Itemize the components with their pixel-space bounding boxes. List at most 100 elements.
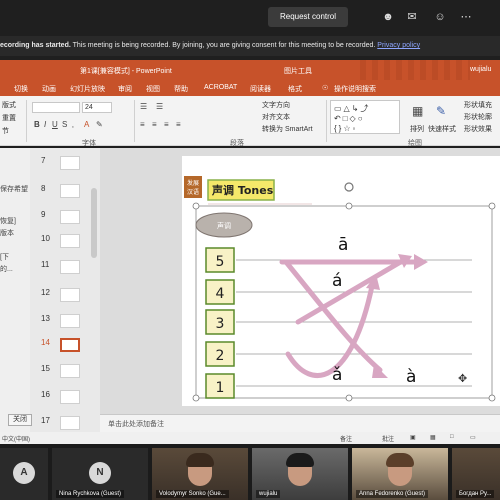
tab-review[interactable]: 审阅 [118,84,132,94]
shapes-row-icon: {}☆◦ [334,124,358,133]
align-text-button[interactable]: 对齐文本 [262,112,290,122]
tab-help[interactable]: 帮助 [174,84,188,94]
align-center-icon[interactable]: ≡ [152,120,157,129]
participant-tile[interactable]: Anna Fedorenko (Guest) [352,448,448,500]
participant-tile[interactable]: Volodymyr Sonko (Gue... [152,448,248,500]
font-name-combobox[interactable] [32,102,80,113]
ribbon-separator [134,100,135,142]
slide-thumbnail[interactable] [60,184,80,198]
tab-slideshow[interactable]: 幻灯片放映 [70,84,105,94]
participant-tile[interactable]: N Nina Rychkova (Guest) [52,448,148,500]
more-options-icon[interactable]: ⋯ [458,9,474,25]
slide-thumbnail[interactable] [60,314,80,328]
tab-acrobat[interactable]: ACROBAT [204,84,237,91]
resize-handle[interactable] [345,202,353,210]
arrange-icon[interactable]: ▦ [412,104,423,118]
chat-icon[interactable]: ✉ [404,9,420,25]
align-left-icon[interactable]: ≡ [140,120,145,129]
bullets-icon[interactable]: ☰ [140,102,147,111]
numbering-icon[interactable]: ☰ [156,102,163,111]
ribbon-separator [26,100,27,142]
slide-canvas[interactable]: 发展 汉语 声调 Tones 声调 5 4 3 2 1 ā á ǎ à ✥ [182,156,500,406]
request-control-button[interactable]: Request control [268,7,348,27]
resize-handle[interactable] [488,202,496,210]
shadow-icon[interactable]: S [62,120,67,129]
status-bar: 中文(中国) 备注 批注 ▣ ▦ □ ▭ [0,432,500,444]
tab-animations[interactable]: 动画 [42,84,56,94]
slide-thumbnail[interactable] [60,210,80,224]
resize-handle[interactable] [345,394,353,402]
third-tone-arrow [285,283,375,378]
font-size-combobox[interactable]: 24 [82,102,112,113]
drawing-group-label: 绘图 [408,140,422,147]
ppt-user-name[interactable]: wujialu [470,66,491,73]
participant-name: Anna Fedorenko (Guest) [356,490,429,498]
convert-smartart-button[interactable]: 转换为 SmartArt [262,124,313,134]
slide-thumbnail[interactable] [60,234,80,248]
strikethrough-icon[interactable]: ‚ [72,120,74,129]
slide-thumbnail[interactable] [60,260,80,274]
tell-me-search[interactable]: 操作说明搜索 [334,84,376,94]
layout-button[interactable]: 版式 [2,100,16,110]
italic-icon[interactable]: I [44,120,46,129]
picture-tools-label: 图片工具 [284,68,312,75]
comments-status-button[interactable]: 批注 [382,434,394,443]
reactions-icon[interactable]: ☺ [432,9,448,25]
slide-thumbnail-selected[interactable] [60,338,80,352]
participant-tile[interactable]: Богдан Ру... [452,448,500,500]
level-boxes: 5 4 3 2 1 [205,247,235,399]
sorter-view-icon[interactable]: ▦ [430,434,436,441]
quick-styles-icon[interactable]: ✎ [436,104,446,118]
notes-status-button[interactable]: 备注 [340,434,352,443]
resize-handle[interactable] [192,202,200,210]
slide-thumbnail[interactable] [60,416,80,430]
align-right-icon[interactable]: ≡ [164,120,169,129]
shapes-row-icon: ↶□◇○ [334,114,365,123]
tab-reader[interactable]: 阅读器 [250,84,271,94]
section-button[interactable]: 节 [2,126,9,136]
participant-tile[interactable]: A [0,448,48,500]
arrange-button[interactable]: 排列 [410,124,424,134]
quick-styles-button[interactable]: 快速样式 [428,124,456,134]
rotate-handle-icon[interactable] [344,182,354,192]
shape-effects-button[interactable]: 形状效果 [464,124,492,134]
teams-top-bar: Request control ☻ ✉ ☺ ⋯ [0,0,500,36]
tone-arrows [279,257,417,378]
slide-number: 10 [41,234,50,243]
close-button[interactable]: 关闭 [8,414,32,426]
slide-number: 9 [41,210,46,219]
notes-pane[interactable]: 单击此处添加备注 [100,414,500,432]
text-direction-button[interactable]: 文字方向 [262,100,290,110]
justify-icon[interactable]: ≡ [176,120,181,129]
tab-view[interactable]: 视图 [146,84,160,94]
underline-icon[interactable]: U [52,120,58,129]
shapes-gallery[interactable]: ▭△↳⤴ ↶□◇○ {}☆◦ [330,100,400,134]
resize-handle[interactable] [192,394,200,402]
recovery-text: [下 [0,254,9,261]
thumbnails-scrollbar[interactable] [91,188,97,258]
slide-thumbnail[interactable] [60,288,80,302]
font-color-icon[interactable]: A [84,120,89,129]
slide-thumbnail[interactable] [60,156,80,170]
privacy-policy-link[interactable]: Privacy policy [377,42,420,49]
bold-icon[interactable]: B [34,120,40,129]
highlight-icon[interactable]: ✎ [96,120,103,129]
tab-transitions[interactable]: 切换 [14,84,28,94]
arrow-head-icon [414,254,428,270]
shape-outline-button[interactable]: 形状轮廓 [464,112,492,122]
slide-thumbnail[interactable] [60,364,80,378]
normal-view-icon[interactable]: ▣ [410,434,416,441]
shape-fill-button[interactable]: 形状填充 [464,100,492,110]
avatar: A [13,462,35,484]
reading-view-icon[interactable]: □ [450,434,454,440]
participant-tile-speaking[interactable]: wujialu [252,448,348,500]
participants-icon[interactable]: ☻ [380,9,396,25]
resize-handle[interactable] [488,394,496,402]
slide-number: 15 [41,364,50,373]
slide-thumbnail[interactable] [60,390,80,404]
reset-button[interactable]: 重置 [2,113,16,123]
language-status[interactable]: 中文(中国) [2,434,30,443]
tab-format[interactable]: 格式 [288,84,302,94]
tone-oval-label: 声调 [217,221,231,230]
slideshow-view-icon[interactable]: ▭ [470,434,476,441]
